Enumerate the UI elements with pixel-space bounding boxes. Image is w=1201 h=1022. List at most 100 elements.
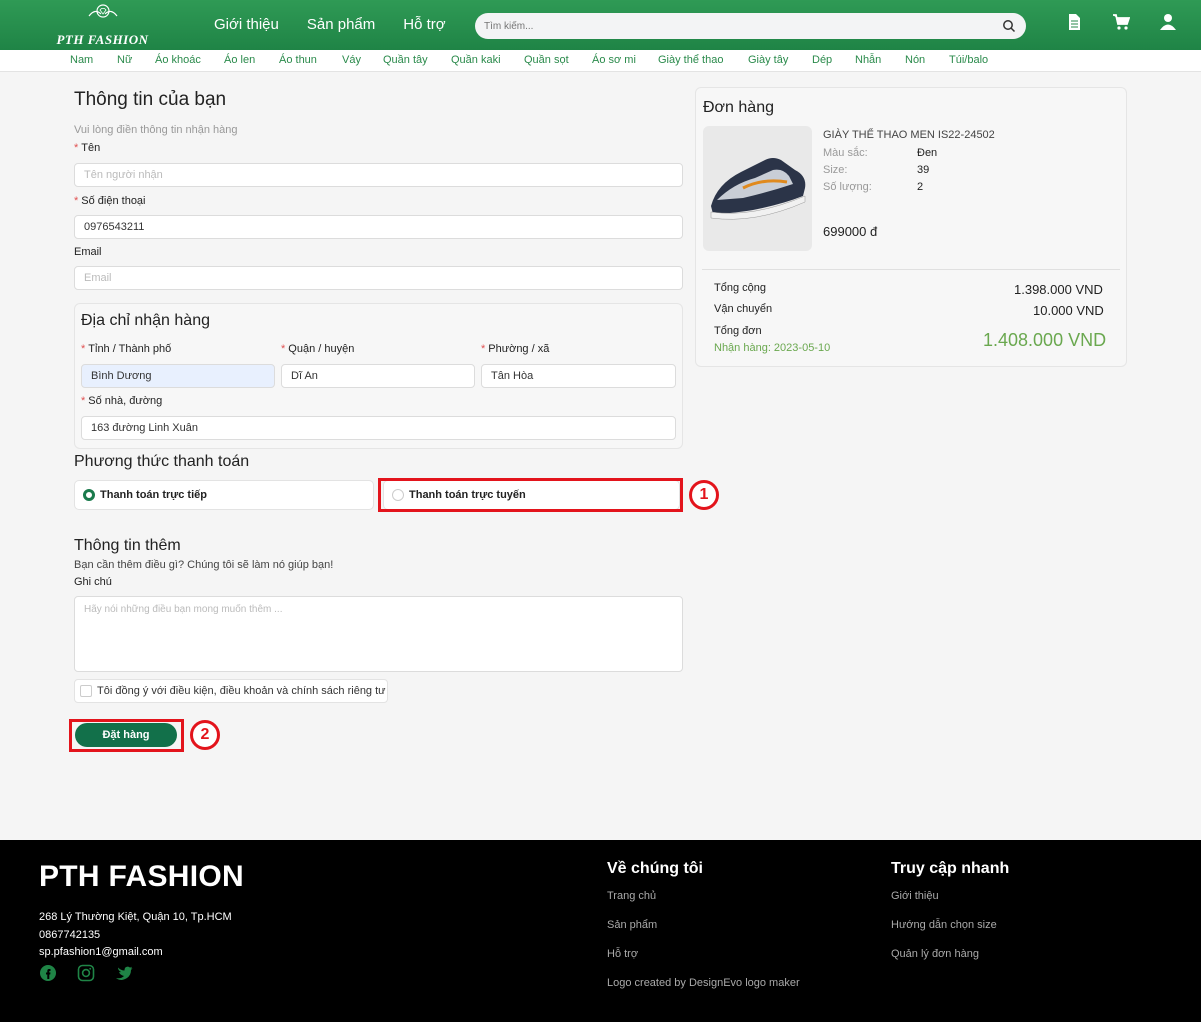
street-label: * Số nhà, đường (81, 395, 163, 407)
annotation-marker-2: 2 (190, 720, 220, 750)
terms-checkbox-row[interactable]: Tôi đồng ý với điều kiện, điều khoản và … (74, 679, 388, 703)
category-item[interactable]: Quần tây (383, 54, 428, 66)
category-item[interactable]: Quần sọt (524, 54, 569, 66)
footer-quick-title: Truy cập nhanh (891, 860, 1010, 877)
size-label: Size: (823, 164, 848, 176)
nav-ho-tro[interactable]: Hỗ trợ (403, 16, 445, 33)
phone-label: * Số điện thoại (74, 195, 146, 207)
footer-link-san-pham[interactable]: Sản phẩm (607, 919, 657, 931)
site-logo[interactable]: PTH FASHION (55, 4, 150, 47)
annotation-box-2 (69, 719, 184, 752)
category-item[interactable]: Nhẫn (855, 54, 881, 66)
category-item[interactable]: Áo khoác (155, 54, 201, 66)
nav-san-pham[interactable]: Sản phẩm (307, 16, 375, 33)
instagram-icon[interactable] (77, 964, 95, 982)
required-marker: * (74, 195, 79, 207)
annotation-marker-1: 1 (689, 480, 719, 510)
diamond-icon (55, 4, 150, 22)
payment-title: Phương thức thanh toán (74, 453, 250, 470)
ward-select[interactable]: Tân Hòa (481, 364, 676, 388)
footer-email: sp.pfashion1@gmail.com (39, 946, 163, 958)
email-input[interactable]: Email (74, 266, 683, 290)
radio-selected[interactable] (83, 489, 95, 501)
color-label: Màu sắc: (823, 147, 868, 159)
name-input[interactable]: Tên người nhận (74, 163, 683, 187)
quantity-value: 2 (917, 181, 924, 193)
total-label: Tổng đơn (714, 325, 762, 337)
delivery-date: Nhận hàng: 2023-05-10 (714, 342, 831, 354)
phone-input[interactable]: 0976543211 (74, 215, 683, 239)
facebook-icon[interactable] (39, 964, 57, 982)
category-item[interactable]: Nữ (117, 54, 132, 66)
footer-link-logo-credit[interactable]: Logo created by DesignEvo logo maker (607, 977, 800, 989)
form-title: Thông tin của bạn (74, 89, 227, 110)
product-image[interactable] (703, 126, 812, 251)
terms-checkbox[interactable] (80, 685, 92, 697)
document-icon[interactable] (1065, 13, 1083, 31)
annotation-box-1 (378, 478, 683, 512)
required-marker: * (481, 343, 486, 355)
category-item[interactable]: Áo len (224, 54, 255, 66)
category-item[interactable]: Giày tây (748, 54, 788, 66)
quantity-label: Số lượng: (823, 181, 872, 193)
search-input[interactable] (475, 13, 975, 39)
footer-link-ho-tro[interactable]: Hỗ trợ (607, 948, 638, 960)
extra-title: Thông tin thêm (74, 537, 181, 554)
footer-link-order-management[interactable]: Quản lý đơn hàng (891, 948, 979, 960)
total-value: 1.408.000 VND (983, 330, 1107, 350)
ward-label: * Phường / xã (481, 343, 550, 355)
size-value: 39 (917, 164, 930, 176)
logo-text: PTH FASHION (56, 32, 149, 47)
twitter-icon[interactable] (115, 964, 133, 982)
required-marker: * (281, 343, 286, 355)
email-label: Email (74, 246, 102, 258)
top-header: PTH FASHION Giới thiệu Sản phẩm Hỗ trợ (0, 0, 1201, 50)
color-value: Đen (917, 147, 938, 159)
category-item[interactable]: Giày thể thao (658, 54, 723, 66)
required-marker: * (81, 395, 86, 407)
site-footer: PTH FASHION 268 Lý Thường Kiệt, Quận 10,… (0, 840, 1201, 1022)
shipping-value: 10.000 VND (1033, 303, 1104, 318)
address-title: Địa chỉ nhận hàng (81, 312, 210, 329)
footer-link-size-guide[interactable]: Hướng dẫn chọn size (891, 919, 997, 931)
category-item[interactable]: Dép (812, 54, 832, 66)
city-select[interactable]: Bình Dương (81, 364, 275, 388)
category-item[interactable]: Váy (342, 54, 361, 66)
category-item[interactable]: Áo sơ mi (592, 54, 636, 66)
footer-address: 268 Lý Thường Kiệt, Quận 10, Tp.HCM (39, 911, 232, 923)
street-input[interactable]: 163 đường Linh Xuân (81, 416, 676, 440)
category-item[interactable]: Nón (905, 54, 925, 66)
city-label: * Tỉnh / Thành phố (81, 343, 172, 355)
district-select[interactable]: Dĩ An (281, 364, 475, 388)
cart-icon[interactable] (1112, 13, 1131, 31)
extra-subtitle: Bạn cần thêm điều gì? Chúng tôi sẽ làm n… (74, 559, 334, 571)
product-price: 699000 đ (823, 224, 878, 239)
footer-link-gioi-thieu[interactable]: Giới thiệu (891, 890, 939, 902)
search-icon[interactable] (1002, 19, 1016, 33)
header-icons (1065, 13, 1177, 31)
footer-brand: PTH FASHION (39, 860, 244, 893)
order-divider (702, 269, 1120, 270)
footer-link-trang-chu[interactable]: Trang chủ (607, 890, 656, 902)
subtotal-value: 1.398.000 VND (1014, 282, 1103, 297)
category-item[interactable]: Áo thun (279, 54, 317, 66)
name-label: * Tên (74, 142, 101, 154)
payment-option-direct[interactable]: Thanh toán trực tiếp (74, 480, 374, 510)
category-item[interactable]: Quần kaki (451, 54, 501, 66)
category-item[interactable]: Nam (70, 54, 93, 66)
shoe-icon (710, 158, 806, 220)
category-bar: Nam Nữ Áo khoác Áo len Áo thun Váy Quần … (0, 50, 1201, 72)
required-marker: * (74, 142, 79, 154)
note-textarea[interactable]: Hãy nói những điều bạn mong muốn thêm ..… (74, 596, 683, 672)
shipping-label: Vận chuyển (714, 303, 773, 315)
order-title: Đơn hàng (703, 99, 774, 116)
nav-gioi-thieu[interactable]: Giới thiệu (214, 16, 279, 33)
subtotal-label: Tổng cộng (714, 282, 766, 294)
footer-about-title: Về chúng tôi (607, 860, 703, 877)
category-item[interactable]: Túi/balo (949, 54, 988, 66)
user-icon[interactable] (1159, 13, 1177, 31)
product-name: GIÀY THỂ THAO MEN IS22-24502 (823, 129, 995, 141)
search-bar (475, 13, 1026, 39)
district-label: * Quận / huyện (281, 343, 355, 355)
note-label: Ghi chú (74, 576, 112, 588)
